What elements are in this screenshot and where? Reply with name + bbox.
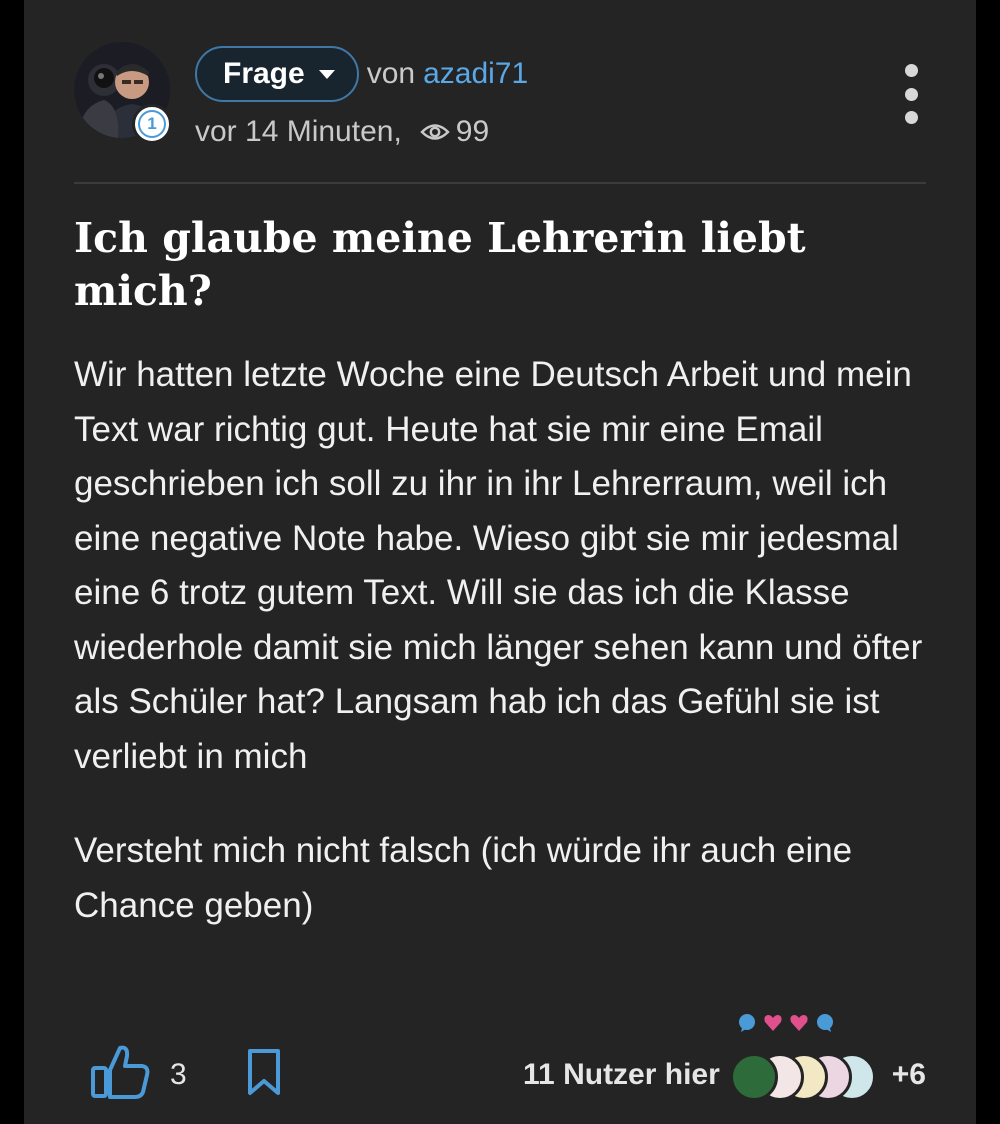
more-options-icon[interactable] — [896, 64, 926, 124]
view-count: 99 — [455, 115, 490, 148]
heart-icon — [762, 1012, 784, 1034]
author-level-badge: 1 — [132, 104, 172, 144]
chevron-down-icon — [318, 69, 335, 79]
more-dot — [904, 87, 918, 101]
speech-bubble-icon — [736, 1012, 758, 1034]
heart-icon — [788, 1012, 810, 1034]
author-prefix: von — [366, 57, 416, 90]
question-title: Ich glaube meine Lehrerin liebt mich? — [74, 214, 806, 315]
speech-bubble-icon — [814, 1012, 836, 1034]
more-dot — [904, 111, 918, 124]
more-dot — [904, 64, 918, 77]
post-type-label: Frage — [223, 57, 305, 90]
post-header: 1 Frage von azadi71 vor 14 Minuten, 99 — [74, 42, 926, 152]
like-count: 3 — [170, 1057, 187, 1091]
eye-icon — [420, 122, 450, 142]
post-time: vor 14 Minuten, — [195, 115, 402, 148]
users-here-label: 11 Nutzer hier — [523, 1058, 720, 1091]
bookmark-icon — [246, 1049, 282, 1100]
thumbs-up-icon — [90, 1044, 152, 1105]
reaction-icons — [736, 1012, 836, 1034]
body-paragraph: Wir hatten letzte Woche eine Deutsch Arb… — [74, 355, 923, 776]
post-type-dropdown[interactable]: Frage — [195, 46, 359, 102]
post-meta-top: Frage von azadi71 — [195, 44, 528, 104]
body-paragraph: Versteht mich nicht falsch (ich würde ih… — [74, 831, 853, 925]
header-divider — [74, 182, 926, 184]
post-footer: 3 11 Nutzer hier +6 — [74, 1014, 926, 1110]
bookmark-button[interactable] — [246, 1048, 282, 1101]
author-level: 1 — [138, 110, 166, 138]
post-meta-bottom: vor 14 Minuten, 99 — [195, 112, 489, 152]
question-body: Wir hatten letzte Woche eine Deutsch Arb… — [74, 348, 926, 933]
users-here[interactable]: 11 Nutzer hier +6 — [523, 1050, 926, 1101]
author-link[interactable]: azadi71 — [423, 57, 528, 91]
avatar — [729, 1053, 778, 1101]
user-avatar-stack — [729, 1051, 876, 1101]
author-avatar-wrap[interactable]: 1 — [74, 42, 174, 144]
like-button[interactable]: 3 — [90, 1044, 187, 1105]
users-extra-count: +6 — [891, 1058, 926, 1091]
question-card: 1 Frage von azadi71 vor 14 Minuten, 99 I… — [24, 0, 976, 1124]
